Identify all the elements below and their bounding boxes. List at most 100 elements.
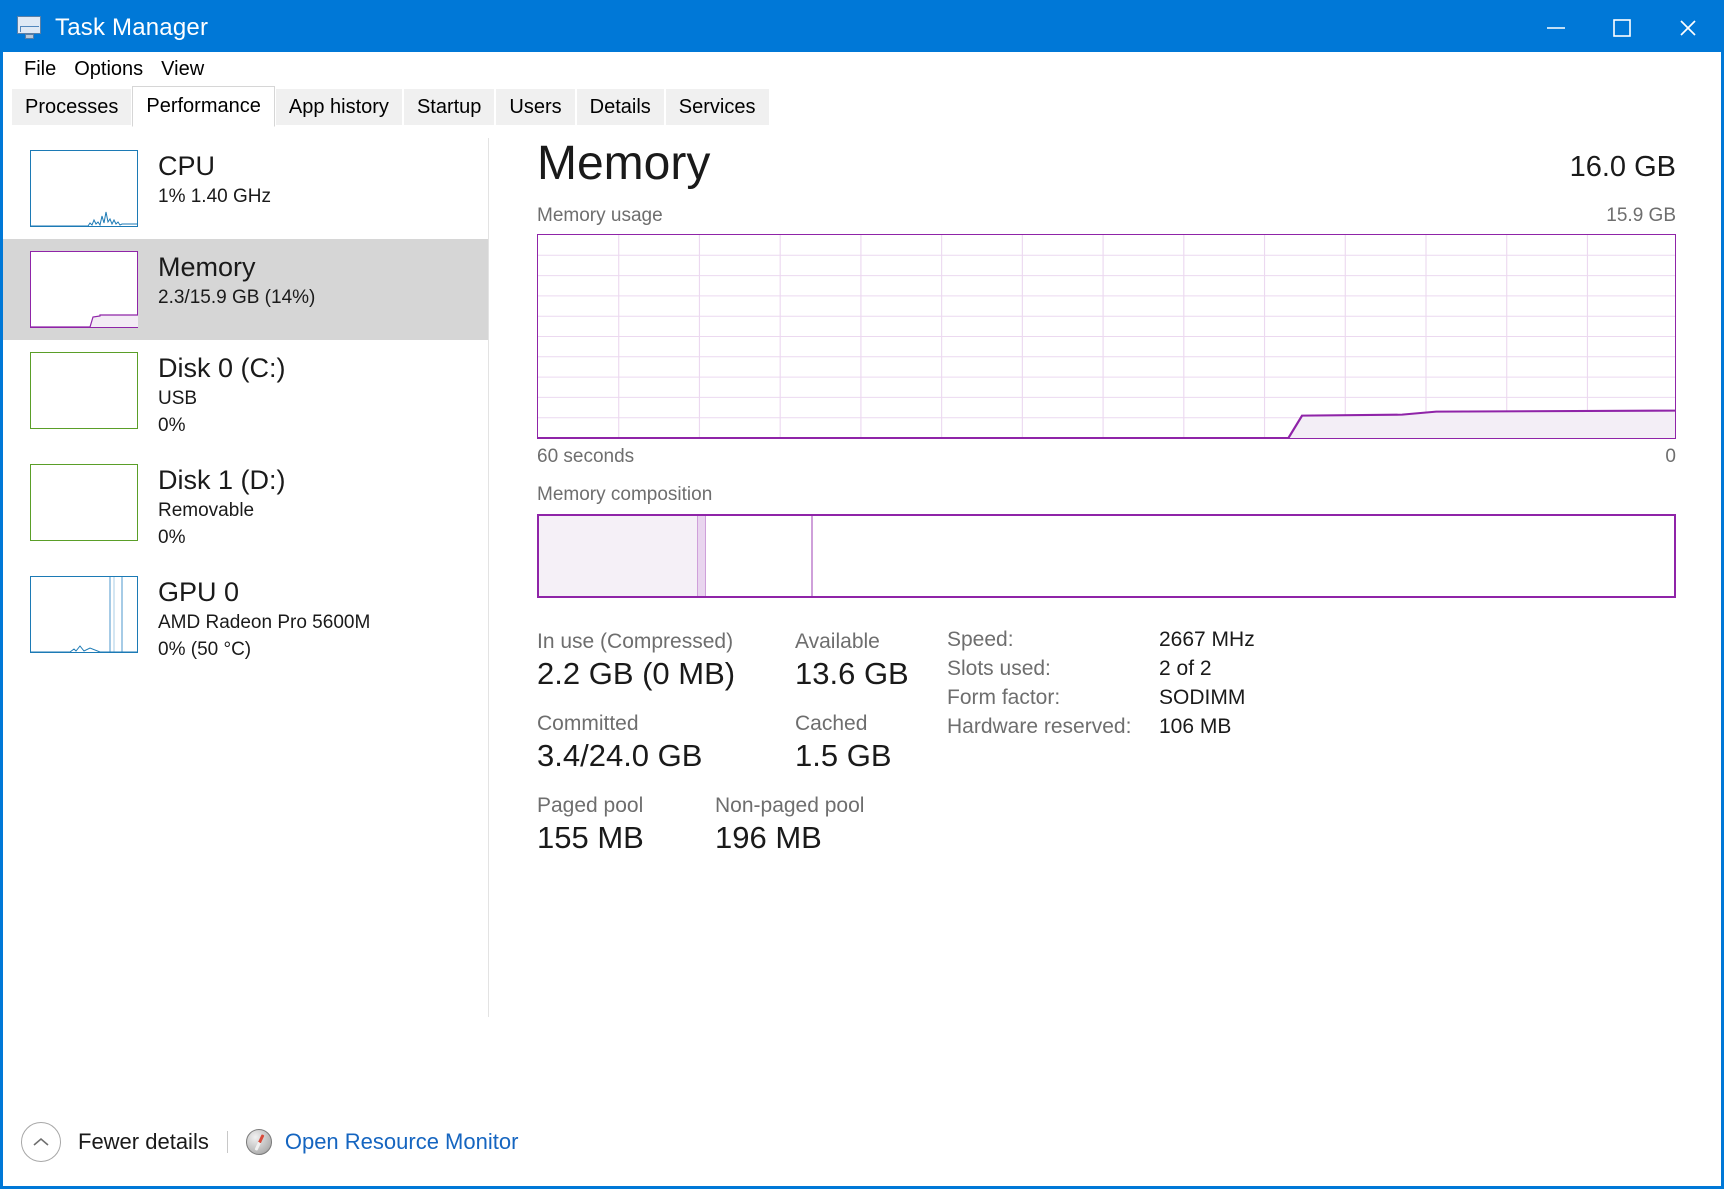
task-manager-icon bbox=[17, 16, 45, 40]
disk1-type: Removable bbox=[158, 497, 286, 525]
sidebar-item-memory[interactable]: Memory 2.3/15.9 GB (14%) bbox=[3, 239, 488, 340]
composition-segment-in-use bbox=[539, 516, 697, 596]
cpu-stats: 1% 1.40 GHz bbox=[158, 183, 271, 211]
stat-in-use: In use (Compressed) 2.2 GB (0 MB) bbox=[537, 628, 795, 694]
usage-graph-labels: Memory usage 15.9 GB bbox=[537, 205, 1676, 227]
memory-statistics: In use (Compressed) 2.2 GB (0 MB) Availa… bbox=[537, 628, 1676, 874]
disk0-sparkline-thumbnail bbox=[30, 352, 138, 429]
disk0-type: USB bbox=[158, 385, 286, 413]
total-memory-value: 16.0 GB bbox=[1570, 151, 1676, 188]
gpu0-usage: 0% (50 °C) bbox=[158, 636, 370, 664]
disk0-usage: 0% bbox=[158, 412, 286, 440]
spec-value: 2667 MHz bbox=[1159, 628, 1255, 652]
cpu-sparkline-thumbnail bbox=[30, 150, 138, 227]
spec-value: 106 MB bbox=[1159, 715, 1231, 739]
stat-value: 3.4/24.0 GB bbox=[537, 737, 795, 776]
spec-value: 2 of 2 bbox=[1159, 657, 1212, 681]
stat-value: 196 MB bbox=[715, 819, 864, 858]
composition-segment-modified bbox=[697, 516, 706, 596]
spec-row-speed: Speed: 2667 MHz bbox=[947, 628, 1255, 652]
usage-graph-title: Memory usage bbox=[537, 205, 663, 227]
memory-usage-chart bbox=[538, 235, 1675, 438]
tab-users[interactable]: Users bbox=[495, 88, 575, 126]
stat-label: In use (Compressed) bbox=[537, 628, 795, 655]
tab-startup[interactable]: Startup bbox=[403, 88, 495, 126]
spec-row-hardware-reserved: Hardware reserved: 106 MB bbox=[947, 715, 1255, 739]
memory-detail-panel: Memory 16.0 GB Memory usage 15.9 GB bbox=[489, 126, 1721, 1033]
spec-key: Hardware reserved: bbox=[947, 715, 1159, 739]
memory-info: Memory 2.3/15.9 GB (14%) bbox=[158, 251, 315, 311]
menu-item-view[interactable]: View bbox=[152, 56, 213, 83]
sidebar-item-cpu[interactable]: CPU 1% 1.40 GHz bbox=[3, 138, 488, 239]
memory-composition-title: Memory composition bbox=[537, 484, 1676, 506]
stat-cached: Cached 1.5 GB bbox=[795, 710, 892, 776]
axis-label-right: 0 bbox=[1665, 446, 1676, 468]
stat-value: 155 MB bbox=[537, 819, 715, 858]
stat-paged-pool: Paged pool 155 MB bbox=[537, 792, 715, 858]
disk1-usage: 0% bbox=[158, 524, 286, 552]
spec-row-form-factor: Form factor: SODIMM bbox=[947, 686, 1255, 710]
spec-row-slots-used: Slots used: 2 of 2 bbox=[947, 657, 1255, 681]
memory-composition-bar bbox=[537, 514, 1676, 598]
stat-row-in-use: In use (Compressed) 2.2 GB (0 MB) Availa… bbox=[537, 628, 937, 694]
sidebar-item-disk-0[interactable]: Disk 0 (C:) USB 0% bbox=[3, 340, 488, 452]
sidebar-item-label: CPU bbox=[158, 151, 271, 183]
stat-non-paged-pool: Non-paged pool 196 MB bbox=[715, 792, 864, 858]
menu-item-options[interactable]: Options bbox=[65, 56, 152, 83]
cpu-info: CPU 1% 1.40 GHz bbox=[158, 150, 271, 210]
spec-key: Speed: bbox=[947, 628, 1159, 652]
tab-app-history[interactable]: App history bbox=[275, 88, 403, 126]
sidebar-item-label: Disk 1 (D:) bbox=[158, 465, 286, 497]
stat-label: Cached bbox=[795, 710, 892, 737]
page-title: Memory bbox=[537, 140, 710, 188]
resource-monitor-icon bbox=[246, 1129, 272, 1155]
close-icon[interactable] bbox=[1655, 3, 1721, 52]
resource-list: CPU 1% 1.40 GHz Memory 2.3/15.9 GB (14%) bbox=[3, 126, 488, 1033]
stat-label: Committed bbox=[537, 710, 795, 737]
tab-strip: Processes Performance App history Startu… bbox=[3, 86, 1721, 126]
stat-row-committed: Committed 3.4/24.0 GB Cached 1.5 GB bbox=[537, 710, 937, 776]
minimize-icon[interactable] bbox=[1523, 3, 1589, 52]
composition-segment-standby bbox=[706, 516, 813, 596]
spec-key: Slots used: bbox=[947, 657, 1159, 681]
composition-segment-free bbox=[813, 516, 1674, 596]
gpu0-sparkline-thumbnail bbox=[30, 576, 138, 653]
gpu0-info: GPU 0 AMD Radeon Pro 5600M 0% (50 °C) bbox=[158, 576, 370, 664]
maximize-icon[interactable] bbox=[1589, 3, 1655, 52]
stat-value: 1.5 GB bbox=[795, 737, 892, 776]
tab-performance[interactable]: Performance bbox=[132, 86, 275, 127]
usage-statistics: In use (Compressed) 2.2 GB (0 MB) Availa… bbox=[537, 628, 937, 874]
sidebar-item-gpu-0[interactable]: GPU 0 AMD Radeon Pro 5600M 0% (50 °C) bbox=[3, 564, 488, 676]
sidebar-item-label: Disk 0 (C:) bbox=[158, 353, 286, 385]
spec-key: Form factor: bbox=[947, 686, 1159, 710]
open-resource-monitor-link[interactable]: Open Resource Monitor bbox=[285, 1129, 519, 1155]
menu-bar: File Options View bbox=[3, 52, 1721, 86]
hardware-specs: Speed: 2667 MHz Slots used: 2 of 2 Form … bbox=[937, 628, 1255, 874]
footer-divider bbox=[227, 1131, 228, 1153]
stat-committed: Committed 3.4/24.0 GB bbox=[537, 710, 795, 776]
menu-item-file[interactable]: File bbox=[15, 56, 65, 83]
task-manager-window: Task Manager File Options View Processes… bbox=[0, 0, 1724, 1189]
axis-label-left: 60 seconds bbox=[537, 446, 634, 468]
sidebar-item-disk-1[interactable]: Disk 1 (D:) Removable 0% bbox=[3, 452, 488, 564]
window-controls bbox=[1523, 3, 1721, 52]
stat-label: Paged pool bbox=[537, 792, 715, 819]
stat-row-paged-pool: Paged pool 155 MB Non-paged pool 196 MB bbox=[537, 792, 937, 858]
panel-header: Memory 16.0 GB bbox=[537, 140, 1676, 188]
tab-services[interactable]: Services bbox=[665, 88, 770, 126]
tab-details[interactable]: Details bbox=[576, 88, 665, 126]
title-bar: Task Manager bbox=[3, 3, 1721, 52]
usage-axis-labels: 60 seconds 0 bbox=[537, 446, 1676, 468]
tab-processes[interactable]: Processes bbox=[11, 88, 132, 126]
content-area: CPU 1% 1.40 GHz Memory 2.3/15.9 GB (14%) bbox=[3, 126, 1721, 1033]
gpu0-model: AMD Radeon Pro 5600M bbox=[158, 609, 370, 637]
fewer-details-button[interactable]: Fewer details bbox=[78, 1129, 209, 1155]
usage-graph-max: 15.9 GB bbox=[1606, 205, 1676, 227]
stat-available: Available 13.6 GB bbox=[795, 628, 909, 694]
window-title: Task Manager bbox=[55, 14, 208, 42]
status-bar: Fewer details Open Resource Monitor bbox=[3, 1098, 1721, 1186]
memory-usage-graph bbox=[537, 234, 1676, 439]
stat-label: Available bbox=[795, 628, 909, 655]
memory-stats: 2.3/15.9 GB (14%) bbox=[158, 284, 315, 312]
chevron-up-icon[interactable] bbox=[21, 1122, 61, 1162]
